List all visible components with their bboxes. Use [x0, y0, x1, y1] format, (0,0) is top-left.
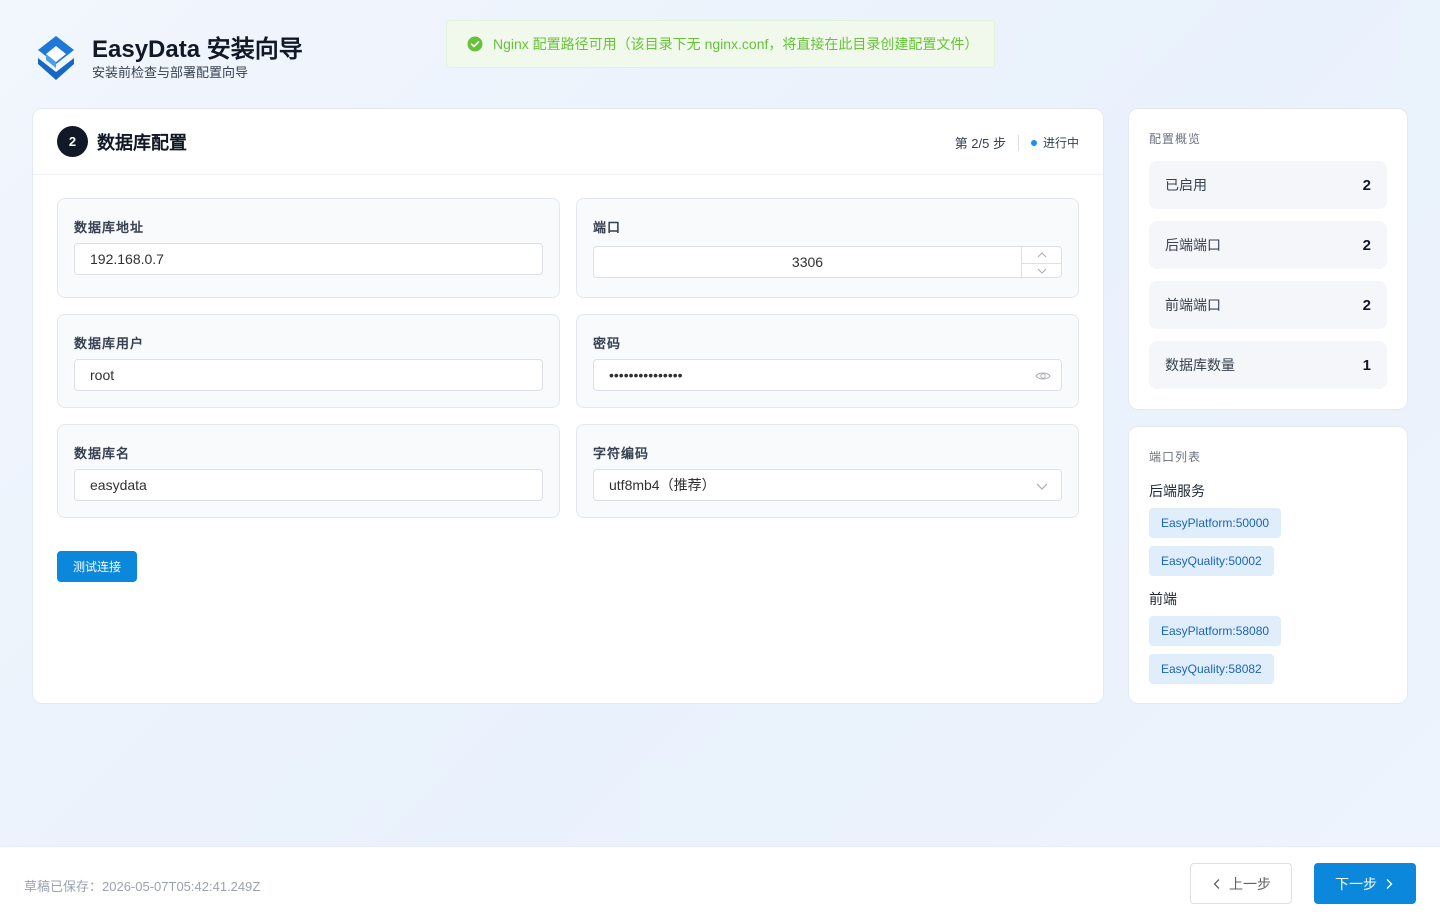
- stat-label: 后端端口: [1165, 237, 1221, 253]
- divider: [1017, 134, 1019, 151]
- port-tag: EasyPlatform:58080: [1149, 616, 1282, 646]
- dbname-value: easydata: [90, 477, 147, 493]
- easydata-logo-icon: [38, 36, 74, 80]
- app-header: EasyData 安装向导 安装前检查与部署配置向导: [32, 34, 303, 82]
- chevron-left-icon: [1213, 878, 1220, 889]
- test-connection-button[interactable]: 测试连接: [57, 551, 137, 582]
- stat-value: 2: [1362, 176, 1371, 194]
- step-status: 进行中: [1042, 136, 1079, 150]
- port-list-card: 端口列表 后端服务 EasyPlatform:50000 EasyQuality…: [1128, 426, 1408, 704]
- stat-backend-ports: 后端端口 2: [1149, 221, 1387, 269]
- password-field-group: 密码 •••••••••••••••: [576, 314, 1079, 408]
- password-label: 密码: [593, 336, 622, 351]
- overview-title: 配置概览: [1149, 132, 1202, 146]
- chevron-up-icon: [1037, 252, 1046, 258]
- decrease-button[interactable]: [1022, 262, 1061, 280]
- stat-frontend-ports: 前端端口 2: [1149, 281, 1387, 329]
- app-subtitle: 安装前检查与部署配置向导: [92, 65, 249, 80]
- dbname-input[interactable]: easydata: [74, 469, 543, 501]
- password-input[interactable]: •••••••••••••••: [593, 359, 1062, 391]
- port-tag: EasyQuality:58082: [1149, 654, 1274, 684]
- charset-field-group: 字符编码 utf8mb4（推荐）: [576, 424, 1079, 518]
- status-dot-icon: [1030, 139, 1037, 146]
- port-value: 3306: [791, 254, 824, 270]
- chevron-right-icon: [1386, 878, 1393, 889]
- user-label: 数据库用户: [74, 336, 145, 351]
- card-header: 2 数据库配置 第 2/5 步 进行中: [33, 109, 1103, 175]
- chevron-down-icon: [1037, 268, 1046, 274]
- user-input[interactable]: root: [74, 359, 543, 391]
- host-field-group: 数据库地址 192.168.0.7: [57, 198, 560, 298]
- success-toast: Nginx 配置路径可用（该目录下无 nginx.conf，将直接在此目录创建配…: [446, 20, 995, 68]
- step-meta: 第 2/5 步 进行中: [955, 133, 1079, 152]
- page-title: 数据库配置: [97, 132, 187, 153]
- charset-select[interactable]: utf8mb4（推荐）: [593, 469, 1062, 501]
- port-tag: EasyQuality:50002: [1149, 546, 1274, 576]
- host-value: 192.168.0.7: [90, 251, 164, 267]
- charset-label: 字符编码: [593, 446, 650, 461]
- stat-value: 2: [1362, 236, 1371, 254]
- port-label: 端口: [593, 220, 622, 235]
- next-step-button[interactable]: 下一步: [1314, 863, 1416, 904]
- step-progress: 第 2/5 步: [954, 136, 1006, 151]
- app-title: EasyData 安装向导: [92, 36, 303, 63]
- step-number-badge: 2: [57, 126, 88, 157]
- port-input[interactable]: 3306: [593, 246, 1062, 279]
- port-field-group: 端口 3306: [576, 198, 1079, 298]
- stat-value: 1: [1362, 356, 1371, 374]
- charset-value: utf8mb4（推荐）: [609, 477, 716, 493]
- frontend-group-label: 前端: [1149, 591, 1177, 607]
- check-circle-icon: [467, 36, 483, 52]
- stat-database-count: 数据库数量 1: [1149, 341, 1387, 389]
- footer-bar: 草稿已保存：2026-05-07T05:42:41.249Z 上一步 下一步: [0, 846, 1440, 919]
- stat-label: 已启用: [1165, 177, 1207, 193]
- draft-saved-status: 草稿已保存：2026-05-07T05:42:41.249Z: [24, 879, 261, 894]
- previous-step-button[interactable]: 上一步: [1190, 863, 1292, 904]
- user-value: root: [90, 367, 115, 383]
- dbname-label: 数据库名: [74, 446, 131, 461]
- user-field-group: 数据库用户 root: [57, 314, 560, 408]
- eye-icon[interactable]: [1035, 368, 1051, 384]
- chevron-down-icon: [1036, 483, 1048, 490]
- port-stepper: [1021, 247, 1061, 279]
- backend-group-label: 后端服务: [1149, 483, 1205, 499]
- host-label: 数据库地址: [74, 220, 145, 235]
- database-config-card: 2 数据库配置 第 2/5 步 进行中 数据库地址 192.168.0.7 端口…: [32, 108, 1104, 704]
- stat-label: 前端端口: [1165, 297, 1221, 313]
- host-input[interactable]: 192.168.0.7: [74, 243, 543, 275]
- port-list-title: 端口列表: [1149, 450, 1202, 464]
- toast-message: Nginx 配置路径可用（该目录下无 nginx.conf，将直接在此目录创建配…: [493, 36, 979, 52]
- port-tag: EasyPlatform:50000: [1149, 508, 1282, 538]
- dbname-field-group: 数据库名 easydata: [57, 424, 560, 518]
- previous-step-label: 上一步: [1229, 875, 1271, 892]
- increase-button[interactable]: [1022, 247, 1061, 263]
- next-step-label: 下一步: [1335, 875, 1377, 892]
- stat-label: 数据库数量: [1165, 357, 1235, 373]
- password-value: •••••••••••••••: [609, 367, 683, 383]
- stat-value: 2: [1362, 296, 1371, 314]
- config-overview-card: 配置概览 已启用 2 后端端口 2 前端端口 2 数据库数量 1: [1128, 108, 1408, 410]
- stat-enabled: 已启用 2: [1149, 161, 1387, 209]
